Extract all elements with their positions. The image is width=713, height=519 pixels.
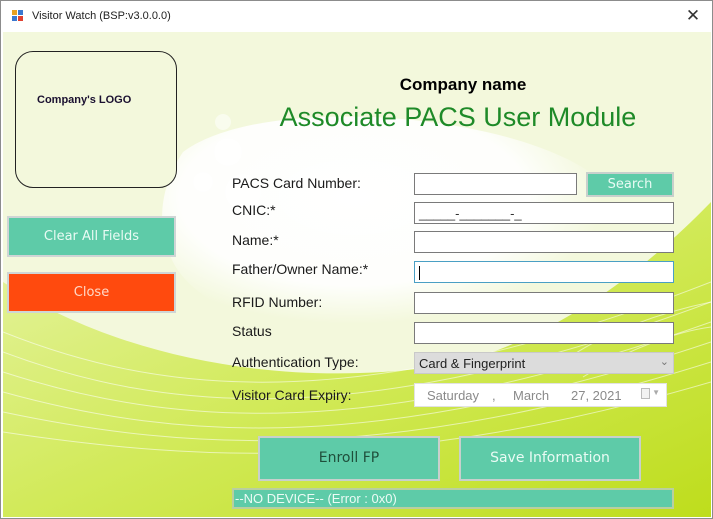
title-bar: Visitor Watch (BSP:v3.0.0.0) ✕	[1, 1, 712, 32]
company-logo-placeholder: Company's LOGO	[15, 51, 177, 188]
dropdown-arrow-icon[interactable]: ▼	[652, 388, 660, 397]
expiry-weekday: Saturday	[427, 388, 480, 403]
authentication-type-select[interactable]: Card & Fingerprint ⌄	[414, 352, 674, 374]
expiry-day-year: 27, 2021	[571, 388, 622, 403]
father-owner-name-input[interactable]	[414, 261, 674, 283]
rfid-number-input[interactable]	[414, 292, 674, 314]
status-label: Status	[232, 323, 272, 339]
pacs-card-number-label: PACS Card Number:	[232, 175, 361, 191]
authentication-type-value: Card & Fingerprint	[419, 356, 526, 371]
device-status-bar: --NO DEVICE-- (Error : 0x0)	[232, 488, 674, 509]
text-caret	[419, 266, 420, 280]
status-input[interactable]	[414, 322, 674, 344]
chevron-down-icon: ⌄	[659, 355, 669, 368]
search-button[interactable]: Search	[586, 172, 674, 197]
enroll-fp-button[interactable]: Enroll FP	[258, 436, 440, 481]
clear-all-fields-button[interactable]: Clear All Fields	[7, 216, 176, 257]
father-owner-name-label: Father/Owner Name:*	[232, 261, 369, 277]
cnic-input[interactable]: _____-_______-_	[414, 202, 674, 224]
close-icon[interactable]: ✕	[680, 4, 706, 28]
authentication-type-label: Authentication Type:	[232, 354, 359, 370]
visitor-card-expiry-label: Visitor Card Expiry:	[232, 387, 352, 403]
cnic-mask-value: _____-_______-_	[419, 206, 522, 221]
name-label: Name:*	[232, 232, 279, 248]
name-input[interactable]	[414, 231, 674, 253]
calendar-icon[interactable]	[641, 388, 650, 399]
save-information-button[interactable]: Save Information	[459, 436, 641, 481]
pacs-card-number-input[interactable]	[414, 173, 577, 195]
window-title: Visitor Watch (BSP:v3.0.0.0)	[32, 10, 171, 22]
expiry-month: March	[513, 388, 550, 403]
form-client-area: Company's LOGO Company name Associate PA…	[3, 32, 711, 517]
close-button[interactable]: Close	[7, 272, 176, 313]
app-window-icon	[12, 10, 24, 22]
expiry-separator: ,	[492, 388, 496, 403]
cnic-label: CNIC:*	[232, 202, 276, 218]
company-name: Company name	[399, 75, 527, 94]
rfid-number-label: RFID Number:	[232, 294, 323, 310]
logo-placeholder-text: Company's LOGO	[37, 94, 132, 106]
app-window: Visitor Watch (BSP:v3.0.0.0) ✕ Company's…	[0, 0, 713, 519]
module-title: Associate PACS User Module	[279, 102, 637, 132]
visitor-card-expiry-datepicker[interactable]: Saturday , March 27, 2021 ▼	[414, 383, 667, 407]
